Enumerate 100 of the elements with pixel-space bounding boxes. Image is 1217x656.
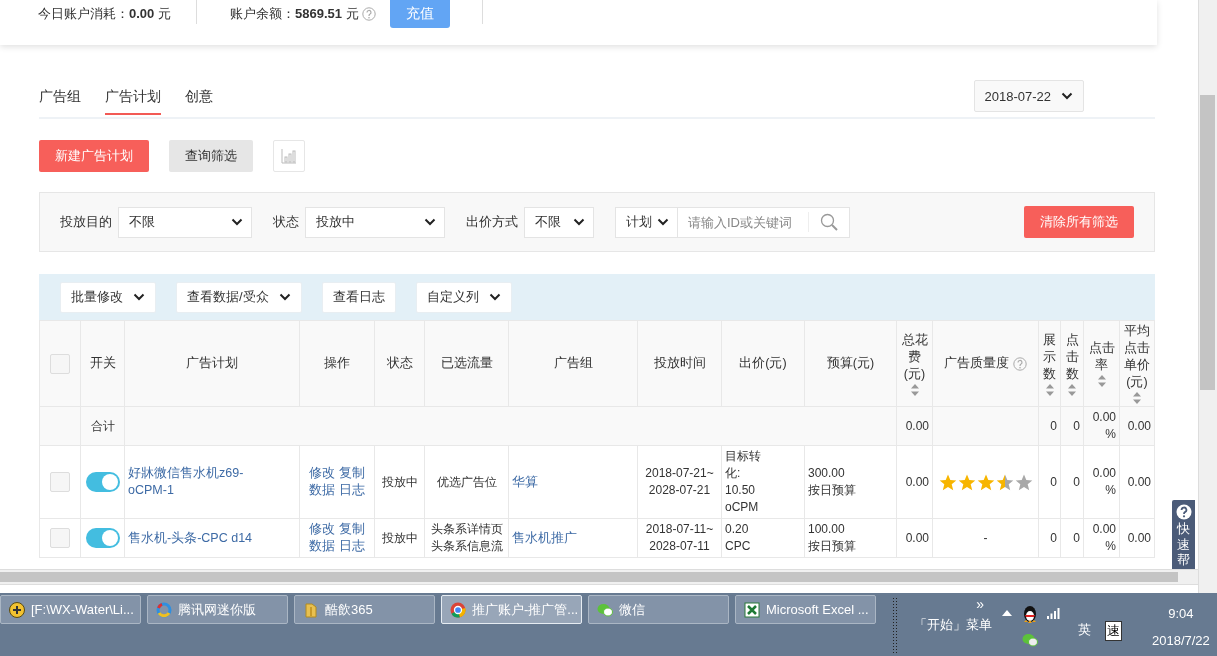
chevron-down-icon [278,293,291,301]
table-cell: 优选广告位 [436,473,497,491]
taskbar-button[interactable]: 腾讯网迷你版 [147,595,288,624]
input-method-indicator[interactable]: 英 [1078,621,1091,641]
sort-icon [1133,392,1141,404]
column-header: 投放时间 [653,355,706,372]
column-header: 展示数 [1042,331,1057,383]
sort-icon [910,383,919,396]
toolbar-button[interactable]: 批量修改 [60,281,156,313]
star-icon [957,473,976,491]
action-link[interactable]: 修改 [309,521,335,538]
new-plan-button[interactable]: 新建广告计划 [39,140,149,172]
search-box[interactable]: 计划 请输入ID或关键词 [615,206,850,238]
table-cell: 0.00 % [1092,466,1116,497]
signal-icon [1046,605,1062,619]
input-method-indicator[interactable]: 速 [1105,621,1122,641]
taskbar-button[interactable]: 微信 [588,595,729,624]
more-button[interactable]: » [976,596,984,612]
column-header: 开关 [89,355,116,372]
checkbox[interactable] [50,472,70,492]
search-field[interactable]: 请输入ID或关键词 [678,214,808,230]
scope-dropdown[interactable]: 计划 [616,207,678,237]
disc-icon [9,601,25,618]
table-cell: 0 [1050,418,1057,433]
chevron-down-icon [657,218,669,226]
column-header: 广告质量度 [944,355,1009,372]
clock-date[interactable]: 2018/7/22 [1152,633,1210,648]
star-icon [1014,473,1033,491]
table-cell: 100.00 按日预算 [808,521,856,555]
start-menu-toolbar[interactable]: 「开始」菜单 [914,616,992,634]
group-link[interactable]: 华算 [512,473,538,491]
table-cell: 0.00 % [1092,522,1116,553]
quick-help-tab[interactable]: 快速帮 [1172,500,1195,570]
select-field[interactable]: 不限 [118,206,252,238]
sort-icon [1097,375,1106,387]
checkbox[interactable] [50,528,70,548]
table-cell: 0.00 [905,474,929,489]
table-cell-text: 目标转化: 10.50 oCPM [725,448,762,516]
query-filter-button[interactable]: 查询筛选 [169,140,253,172]
toolbar-button[interactable]: 自定义列 [415,281,512,313]
taskbar-button[interactable]: Microsoft Excel ... [735,595,876,624]
folder-icon [303,601,319,618]
action-link[interactable]: 复制 [339,465,365,482]
table-cell: 0 [1073,474,1080,489]
today-spend: 今日账户消耗：0.00 元 [38,6,172,22]
tab[interactable]: 广告计划 [105,88,161,115]
clear-filters-button[interactable]: 清除所有筛选 [1024,206,1134,238]
chat-icon [1022,633,1038,647]
select-field[interactable]: 不限 [524,206,594,238]
checkbox[interactable] [50,353,70,374]
chart-button[interactable] [273,140,305,172]
toggle-switch[interactable] [85,472,120,492]
table-cell: 2018-07-21~ 2028-07-21 [645,465,714,499]
tab[interactable]: 广告组 [39,88,81,115]
action-link[interactable]: 数据 [309,482,335,499]
chevron-down-icon [231,218,243,226]
column-header: 广告组 [553,355,593,372]
table-cell: 300.00 按日预算 [808,465,856,499]
column-header: 点击率 [1087,340,1116,374]
chevron-down-icon [488,293,501,301]
table-cell: 0 [1073,418,1080,433]
ring-icon [156,601,172,618]
table-cell: 0.00 % [1092,410,1116,441]
taskbar-button[interactable]: [F:\WX-Water\Li... [0,595,141,624]
table-cell: 0 [1050,530,1057,545]
table-cell: 0.00 [1127,474,1151,489]
help-icon [1013,356,1027,371]
chevron-down-icon [424,218,436,226]
toolbar-button[interactable]: 查看日志 [321,281,396,313]
taskbar-button[interactable]: 酷飲365 [294,595,435,624]
total-label: 合计 [90,418,115,433]
chevron-down-icon [133,293,145,301]
table-cell: - [983,530,988,545]
action-link[interactable]: 复制 [339,521,365,538]
column-header: 广告计划 [186,355,238,372]
spreadsheet-icon [744,601,760,618]
action-link[interactable]: 修改 [309,465,335,482]
toolbar-button[interactable]: 查看数据/受众 [176,281,302,313]
bar-chart-icon [281,148,297,164]
date-picker[interactable]: 2018-07-22 [973,80,1084,112]
column-header: 预算(元) [826,355,875,372]
star-icon [938,473,957,491]
table-cell: 投放中 [381,530,418,545]
filter-label: 状态 [273,213,299,231]
select-field[interactable]: 投放中 [305,206,445,238]
tab[interactable]: 创意 [185,88,213,115]
search-icon [820,213,838,231]
toggle-switch[interactable] [85,528,120,548]
help-icon [361,7,376,21]
filter-label: 出价方式 [466,213,518,231]
sort-icon [1068,383,1076,396]
star-icon [995,473,1014,491]
action-link[interactable]: 数据 [309,538,335,555]
action-link[interactable]: 日志 [339,482,365,499]
help-icon [1175,504,1192,520]
chevron-down-icon [1061,92,1073,100]
clock-time[interactable]: 9:04 [1168,606,1194,621]
table-cell: 0.00 [1127,530,1151,545]
action-link[interactable]: 日志 [339,538,365,555]
table-cell: 投放中 [381,474,418,489]
